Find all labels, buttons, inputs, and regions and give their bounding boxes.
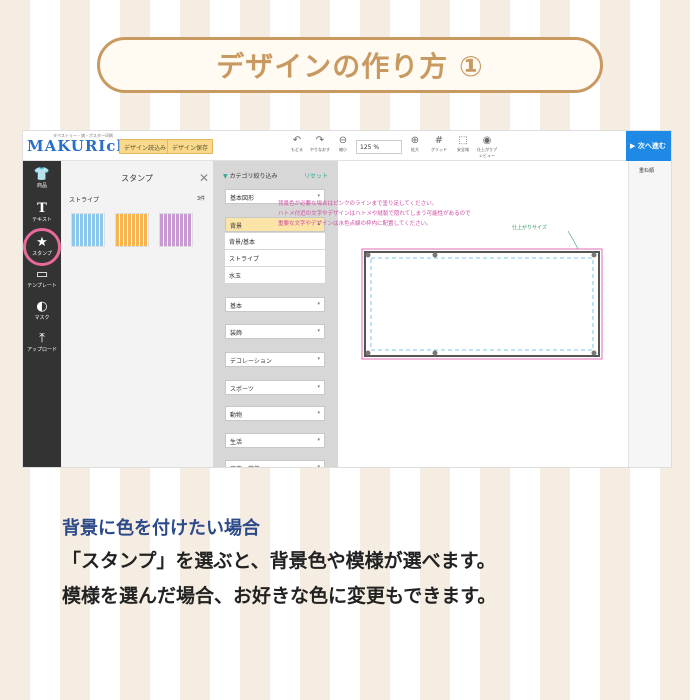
banner-outline [361,230,603,360]
zoom-out-tool[interactable]: ⊖ 縮小 [332,135,354,153]
option-background-basic[interactable]: 背景/基本 [225,233,325,249]
description-line: 「スタンプ」を選ぶと、背景色や模様が選べます。 [62,550,496,572]
zoom-in-tool[interactable]: ⊕ 拡大 [404,135,426,153]
page-title: デザインの作り方 ① [97,37,603,93]
template-icon: ▭ [35,267,49,282]
panel-subtitle: ストライプ [69,197,100,204]
top-toolbar: MAKURIchi タペストリー・旗・ポスター印刷 デザイン読込み デザイン保存… [23,131,671,161]
sidebar-item-upload[interactable]: ⤒ アップロード [23,331,61,353]
text-icon: T [37,201,47,216]
filter-icon: ▼ [223,173,228,180]
upload-icon: ⤒ [39,331,45,346]
layer-order-title: 重ね順 [639,168,655,174]
sidebar-item-product[interactable]: 👕 商品 [23,167,61,189]
design-canvas[interactable]: 背景色が必要な場合はピンクのラインまで塗り足してください。 ハトメ付近の文字やデ… [278,161,628,467]
next-step-button[interactable]: ▶ 次へ進む [626,131,671,161]
undo-icon: ↶ [292,135,302,146]
category-dropdown[interactable]: 生活 [225,433,325,448]
preview-tool[interactable]: ◉ 仕上がりプレビュー [476,135,498,159]
save-design-button[interactable]: デザイン保存 [167,139,214,154]
stamp-panel: スタンプ ✕ ストライプ 3件 [61,161,213,467]
layer-order-panel: 重ね順 [628,161,671,467]
load-design-button[interactable]: デザイン読込み [119,139,172,154]
left-sidebar: 👕 商品 T テキスト ★ スタンプ ▭ テンプレート ◐ マスク ⤒ アップロード [23,161,61,467]
option-polka-dot[interactable]: 水玉 [225,267,325,283]
stripe-swatch-orange[interactable] [115,213,149,247]
zoom-in-icon: ⊕ [410,135,420,146]
stripe-swatch-purple[interactable] [159,213,193,247]
stripe-swatch-blue[interactable] [71,213,105,247]
redo-icon: ↷ [315,135,325,146]
filter-heading: ▼ カテゴリ絞り込み [223,173,278,180]
highlight-circle [23,228,61,266]
category-dropdown[interactable]: 音楽・芸能 [225,460,325,467]
description-line: 模様を選んだ場合、お好きな色に変更もできます。 [62,585,497,607]
option-stripe[interactable]: ストライプ [225,250,325,266]
category-filter: ▼ カテゴリ絞り込み リセット 基本図形 背景 背景/基本 ストライプ 水玉 基… [213,161,338,467]
category-dropdown[interactable]: スポーツ [225,380,325,395]
sidebar-item-text[interactable]: T テキスト [23,201,61,223]
category-dropdown[interactable]: 装飾 [225,324,325,339]
close-icon[interactable]: ✕ [199,171,209,185]
redo-tool[interactable]: ↷ やりなおす [309,135,331,153]
grid-tool[interactable]: # グリッド [428,135,450,153]
description-heading: 背景に色を付けたい場合 [62,518,260,539]
mask-icon: ◐ [36,299,48,314]
category-dropdown[interactable]: 動物 [225,406,325,421]
filter-reset-link[interactable]: リセット [304,171,328,180]
preview-icon: ◉ [482,135,492,146]
safe-area-icon: ⬚ [458,135,468,146]
logo-tagline: タペストリー・旗・ポスター印刷 [53,133,113,138]
category-dropdown[interactable]: 基本 [225,297,325,312]
sidebar-item-mask[interactable]: ◐ マスク [23,299,61,321]
zoom-out-icon: ⊖ [338,135,348,146]
grid-icon: # [434,135,444,146]
app-screenshot: MAKURIchi タペストリー・旗・ポスター印刷 デザイン読込み デザイン保存… [22,130,672,468]
category-dropdown[interactable]: デコレーション [225,352,325,367]
result-count: 3件 [196,196,205,202]
undo-tool[interactable]: ↶ もどる [286,135,308,153]
panel-title: スタンプ [121,174,153,183]
safe-area-tool[interactable]: ⬚ 安全域 [452,135,474,153]
zoom-select[interactable]: 125 % [356,140,402,154]
shirt-icon: 👕 [33,167,51,182]
sidebar-item-template[interactable]: ▭ テンプレート [23,267,61,289]
